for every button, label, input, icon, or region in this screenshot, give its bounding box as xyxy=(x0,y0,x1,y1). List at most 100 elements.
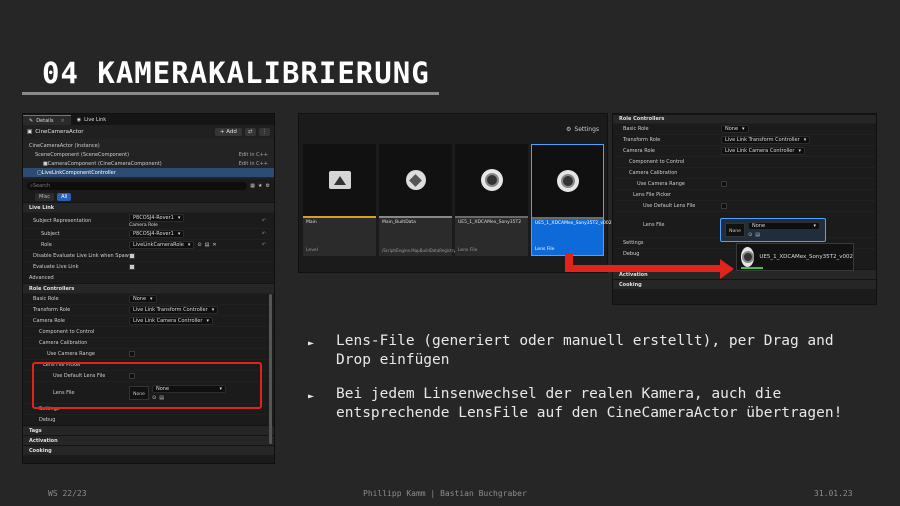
chevron-down-icon: ▾ xyxy=(177,231,181,237)
star-icon[interactable]: ★ xyxy=(258,183,262,189)
prop-evaluate-live-link: Evaluate Live Link xyxy=(23,261,274,272)
prop-camera-role: Camera Role Live Link Camera Controller ▾ xyxy=(613,145,876,156)
details-scrollbar[interactable] xyxy=(269,294,272,444)
role-dropdown[interactable]: LiveLinkCameraRole ▾ xyxy=(129,241,195,249)
prop-camera-calibration[interactable]: Camera Calibration xyxy=(613,167,876,178)
section-role-controllers[interactable]: Role Controllers xyxy=(23,283,274,293)
lens-icon xyxy=(741,247,755,267)
edit-cpp-link[interactable]: Edit in C++ xyxy=(239,152,268,158)
asset-tile-lensfile[interactable]: UE5_1_XDCAMex_Sony35T2 Lens File xyxy=(455,144,528,256)
clear-icon[interactable]: ✕ xyxy=(212,242,216,248)
close-icon[interactable]: × xyxy=(61,118,65,124)
use-default-lens-checkbox[interactable] xyxy=(721,203,727,209)
section-tags[interactable]: Tags xyxy=(23,425,274,435)
bullet-arrow-icon: ► xyxy=(308,338,315,349)
gear-icon[interactable]: ⚙ xyxy=(566,126,571,133)
section-cooking[interactable]: Cooking xyxy=(23,445,274,455)
grid-view-icon[interactable]: ▦ xyxy=(250,183,255,189)
content-browser: ⚙ Settings Main Level Main_BuiltData /Sc… xyxy=(298,113,612,273)
chevron-down-icon: ▾ xyxy=(798,148,801,154)
bullet-list: ► Lens-File (generiert oder manuell erst… xyxy=(308,332,868,438)
reset-icon[interactable]: ↶ xyxy=(262,242,266,248)
disable-eval-checkbox[interactable] xyxy=(129,253,135,259)
subject-rep-dropdown[interactable]: P8COSJ4-Rover1 ▾ xyxy=(129,213,185,222)
prop-lens-file-picker[interactable]: Lens File Picker xyxy=(613,189,876,200)
component-row[interactable]: CineCameraActor (Instance) xyxy=(23,141,274,150)
folder-icon[interactable]: ▤ xyxy=(755,232,760,238)
prop-transform-role: Transform Role Live Link Transform Contr… xyxy=(23,304,274,315)
chevron-down-icon: ▾ xyxy=(150,296,153,302)
prop-basic-role: Basic Role None ▾ xyxy=(23,293,274,304)
section-live-link[interactable]: Live Link xyxy=(23,202,274,212)
basic-role-dropdown[interactable]: None ▾ xyxy=(129,295,157,303)
lens-file-highlight-box xyxy=(32,362,262,409)
more-options-icon[interactable]: ⋮ xyxy=(258,128,270,136)
filter-row: Misc All xyxy=(23,192,274,202)
settings-button[interactable]: Settings xyxy=(574,126,599,133)
details-icon: ✎ xyxy=(29,117,34,124)
transform-role-dropdown[interactable]: Live Link Transform Controller ▾ xyxy=(129,306,219,314)
gear-icon[interactable]: ⚙ xyxy=(266,183,270,189)
section-advanced[interactable]: Advanced xyxy=(23,272,274,283)
use-camera-range-checkbox[interactable] xyxy=(129,351,135,357)
basic-role-dropdown[interactable]: None ▾ xyxy=(721,125,749,133)
chevron-down-icon: ▾ xyxy=(206,318,209,324)
transform-role-dropdown[interactable]: Live Link Transform Controller ▾ xyxy=(721,136,811,144)
prop-use-camera-range: Use Camera Range xyxy=(23,348,274,359)
asset-tile-builtdata[interactable]: Main_BuiltData /Script/Engine.MapBuildDa… xyxy=(379,144,456,256)
slide-title: 04 KAMERAKALIBRIERUNG xyxy=(42,56,430,90)
browse-icon[interactable]: ⊙ xyxy=(748,232,752,238)
prop-subject: Subject P8COSJ4-Rover1 ▾ ↶ xyxy=(23,228,274,239)
drag-arrow-head xyxy=(720,259,734,279)
subject-dropdown[interactable]: P8COSJ4-Rover1 ▾ xyxy=(129,230,185,238)
details-tabbar: ✎ Details × ◉ Live Link xyxy=(23,114,274,125)
footer-semester: WS 22/23 xyxy=(48,489,87,498)
camera-role-dropdown[interactable]: Live Link Camera Controller ▾ xyxy=(721,147,805,155)
asset-tile-lensfile-v002[interactable]: UE5_1_XDCAMex_Sony35T2_v002 Lens File xyxy=(531,144,612,256)
component-tree: CineCameraActor (Instance) SceneComponen… xyxy=(23,139,274,179)
add-component-button[interactable]: + Add xyxy=(214,128,242,136)
prop-component-to-control[interactable]: Component to Control xyxy=(23,326,274,337)
bullet-arrow-icon: ► xyxy=(308,391,315,402)
component-row[interactable]: ■ CameraComponent (CineCameraComponent) … xyxy=(23,159,274,168)
component-row-selected[interactable]: ▢ LiveLinkComponentController xyxy=(23,168,274,177)
role-controllers-panel: Role Controllers Basic Role None ▾ Transf… xyxy=(612,113,877,305)
tab-details[interactable]: ✎ Details × xyxy=(23,115,71,125)
footer-date: 31.01.23 xyxy=(814,489,853,498)
details-panel: ✎ Details × ◉ Live Link ▣ CineCameraActo… xyxy=(22,113,275,464)
chevron-down-icon: ▾ xyxy=(177,214,181,221)
lens-icon xyxy=(556,170,579,192)
reset-icon[interactable]: ↶ xyxy=(262,231,266,237)
camera-role-dropdown[interactable]: Live Link Camera Controller ▾ xyxy=(129,317,213,325)
prop-subject-representation: Subject Representation P8COSJ4-Rover1 ▾ C… xyxy=(23,212,274,228)
actor-name: CineCameraActor xyxy=(35,129,84,135)
search-input[interactable]: ⌕ Search xyxy=(27,181,248,190)
prop-camera-calibration[interactable]: Camera Calibration xyxy=(23,337,274,348)
lens-file-dropdown[interactable]: None ▾ xyxy=(748,222,820,230)
chevron-down-icon: ▾ xyxy=(813,223,816,229)
edit-cpp-link[interactable]: Edit in C++ xyxy=(239,161,268,167)
filter-misc[interactable]: Misc xyxy=(35,193,55,201)
blueprint-button[interactable]: ⇄ xyxy=(244,128,256,136)
use-camera-range-checkbox[interactable] xyxy=(721,181,727,187)
component-row[interactable]: SceneComponent (SceneComponent) Edit in … xyxy=(23,150,274,159)
chevron-down-icon: ▾ xyxy=(803,137,807,143)
chevron-down-icon: ▾ xyxy=(187,242,191,248)
folder-icon[interactable]: ▤ xyxy=(205,242,210,248)
bullet-item: ► Bei jedem Linsenwechsel der realen Kam… xyxy=(308,386,843,421)
footer-authors: Phillipp Kamm | Bastian Buchgraber xyxy=(363,489,527,498)
prop-debug[interactable]: Debug xyxy=(23,414,274,425)
lens-file-drop-target[interactable]: None None ▾ ⊙ ▤ xyxy=(720,218,826,242)
prop-component-to-control[interactable]: Component to Control xyxy=(613,156,876,167)
filter-all[interactable]: All xyxy=(57,193,72,201)
section-activation[interactable]: Activation xyxy=(23,435,274,445)
reset-icon[interactable]: ↶ xyxy=(262,218,266,224)
section-cooking[interactable]: Cooking xyxy=(613,279,876,289)
section-role-controllers[interactable]: Role Controllers xyxy=(613,114,876,123)
asset-tile-main[interactable]: Main Level xyxy=(303,144,376,256)
browse-icon[interactable]: ⊙ xyxy=(197,242,201,248)
tab-live-link[interactable]: ◉ Live Link xyxy=(71,115,112,125)
evaluate-checkbox[interactable] xyxy=(129,264,135,270)
actor-icon: ▣ xyxy=(27,129,33,135)
prop-disable-evaluate: Disable Evaluate Live Link when Spawnabl… xyxy=(23,250,274,261)
